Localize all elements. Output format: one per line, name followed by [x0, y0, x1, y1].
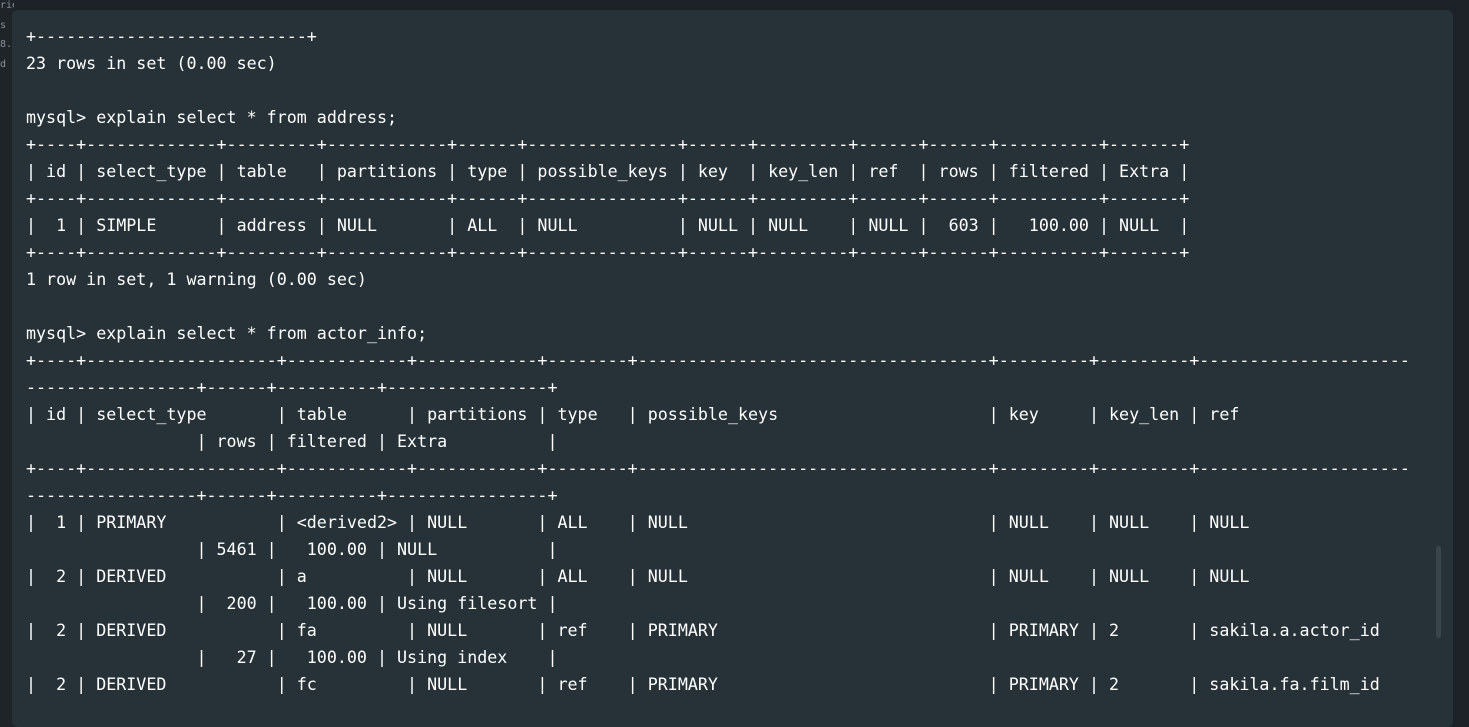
terminal-line: 23 rows in set (0.00 sec) — [26, 54, 277, 73]
terminal-line: 1 row in set, 1 warning (0.00 sec) — [26, 270, 367, 289]
terminal-line: mysql> explain select * from address; — [26, 108, 398, 127]
terminal-line: -----------------+------+----------+----… — [26, 486, 558, 505]
terminal-line: | rows | filtered | Extra | — [26, 432, 558, 451]
terminal-line: | 5461 | 100.00 | NULL | — [26, 540, 558, 559]
terminal-line: +----+-------------------+------------+-… — [26, 459, 1410, 478]
terminal-line: +----+-------------+---------+----------… — [26, 135, 1190, 154]
terminal-line: +----+-------------+---------+----------… — [26, 243, 1190, 262]
window-gutter — [1453, 0, 1469, 727]
terminal-line: | id | select_type | table | partitions … — [26, 405, 1240, 424]
terminal-line: +---------------------------+ — [26, 27, 317, 46]
terminal-line: | 1 | SIMPLE | address | NULL | ALL | NU… — [26, 216, 1190, 235]
terminal-line: -----------------+------+----------+----… — [26, 378, 558, 397]
terminal-line: mysql> explain select * from actor_info; — [26, 324, 428, 343]
background-text: s — [0, 20, 7, 31]
terminal-line: | 1 | PRIMARY | <derived2> | NULL | ALL … — [26, 513, 1250, 532]
terminal-line: | 27 | 100.00 | Using index | — [26, 648, 558, 667]
terminal-line: | id | select_type | table | partitions … — [26, 162, 1190, 181]
terminal-line: | 200 | 100.00 | Using filesort | — [26, 594, 558, 613]
terminal-line: | 2 | DERIVED | fa | NULL | ref | PRIMAR… — [26, 621, 1380, 640]
vertical-scrollbar[interactable] — [1436, 546, 1441, 638]
terminal-line: +----+-------------+---------+----------… — [26, 189, 1190, 208]
terminal-window[interactable]: +---------------------------+ 23 rows in … — [12, 10, 1453, 727]
background-text: 8. — [0, 39, 13, 50]
background-text: rie — [0, 0, 14, 11]
terminal-line: | 2 | DERIVED | fc | NULL | ref | PRIMAR… — [26, 675, 1380, 694]
terminal-line: +----+-------------------+------------+-… — [26, 351, 1410, 370]
terminal-line: | 2 | DERIVED | a | NULL | ALL | NULL | … — [26, 567, 1250, 586]
terminal-output[interactable]: +---------------------------+ 23 rows in … — [26, 23, 1410, 698]
